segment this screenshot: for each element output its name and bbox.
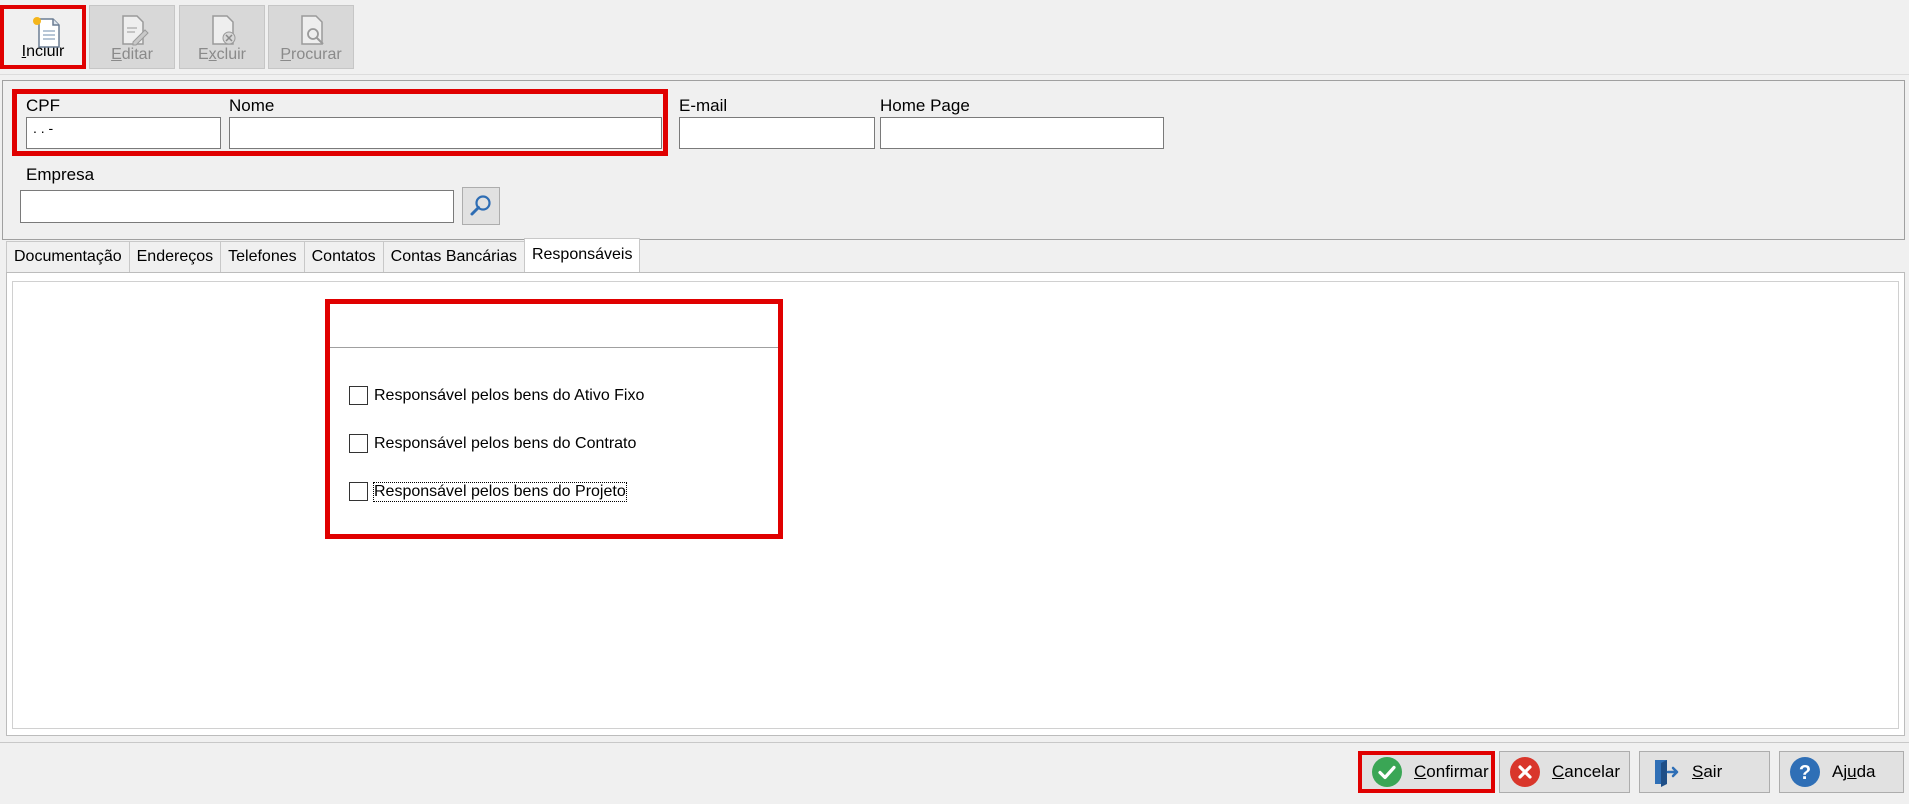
tab-enderecos[interactable]: Endereços (128, 241, 222, 273)
procurar-label: Procurar (280, 46, 342, 63)
ajuda-label: Ajuda (1832, 762, 1876, 781)
exit-icon (1650, 757, 1680, 787)
homepage-label: Home Page (880, 96, 970, 115)
editar-button[interactable]: Editar (89, 5, 175, 69)
procurar-button[interactable]: Procurar (268, 5, 354, 69)
new-document-icon (33, 17, 60, 48)
tab-strip: Documentação Endereços Telefones Contato… (6, 238, 641, 273)
confirmar-label: Confirmar (1414, 762, 1489, 781)
cpf-label: CPF (26, 96, 60, 115)
ajuda-button[interactable]: ? Ajuda (1779, 751, 1904, 793)
check-icon (1372, 757, 1402, 787)
incluir-button[interactable]: Incluir (0, 5, 86, 69)
empresa-field[interactable] (20, 190, 454, 223)
svg-text:?: ? (1799, 762, 1811, 784)
email-field[interactable] (679, 117, 875, 149)
toolbar: Incluir Editar Excluir Procurar (0, 0, 1909, 75)
search-icon (470, 195, 491, 216)
editar-label: Editar (111, 46, 153, 63)
group-divider (330, 347, 778, 348)
confirmar-button[interactable]: Confirmar (1358, 751, 1495, 793)
chk-row-projeto[interactable]: Responsável pelos bens do Projeto (349, 481, 627, 502)
cancelar-label: Cancelar (1552, 762, 1621, 781)
homepage-field[interactable] (880, 117, 1164, 149)
checkbox-contrato[interactable] (349, 434, 368, 453)
excluir-label: Excluir (197, 46, 246, 63)
empresa-label: Empresa (26, 165, 95, 184)
tab-inner-frame (12, 281, 1899, 729)
search-document-icon (301, 15, 324, 45)
checkbox-projeto-label: Responsável pelos bens do Projeto (373, 481, 627, 502)
tab-contas-bancarias[interactable]: Contas Bancárias (382, 241, 525, 273)
checkbox-ativo-fixo-label: Responsável pelos bens do Ativo Fixo (374, 386, 645, 404)
delete-document-icon (212, 15, 236, 45)
cpf-field[interactable]: . . - (26, 117, 221, 149)
checkbox-ativo-fixo[interactable] (349, 386, 368, 405)
empresa-search-button[interactable] (462, 187, 500, 225)
cancel-icon (1510, 757, 1540, 787)
sair-label: Sair (1692, 762, 1723, 781)
email-label: E-mail (679, 96, 728, 115)
tab-responsaveis[interactable]: Responsáveis (523, 238, 641, 273)
cancelar-button[interactable]: Cancelar (1499, 751, 1630, 793)
chk-row-contrato[interactable]: Responsável pelos bens do Contrato (349, 434, 636, 453)
tab-telefones[interactable]: Telefones (220, 241, 305, 273)
checkbox-projeto[interactable] (349, 482, 368, 501)
help-icon: ? (1790, 757, 1820, 787)
edit-document-icon (122, 15, 149, 46)
nome-field[interactable] (229, 117, 662, 149)
excluir-button[interactable]: Excluir (179, 5, 265, 69)
checkbox-contrato-label: Responsável pelos bens do Contrato (374, 434, 637, 452)
chk-row-ativo-fixo[interactable]: Responsável pelos bens do Ativo Fixo (349, 386, 644, 405)
tab-documentacao[interactable]: Documentação (6, 241, 130, 273)
tab-contatos[interactable]: Contatos (303, 241, 384, 273)
nome-label: Nome (229, 96, 275, 115)
sair-button[interactable]: Sair (1639, 751, 1770, 793)
responsaveis-group (325, 299, 783, 539)
